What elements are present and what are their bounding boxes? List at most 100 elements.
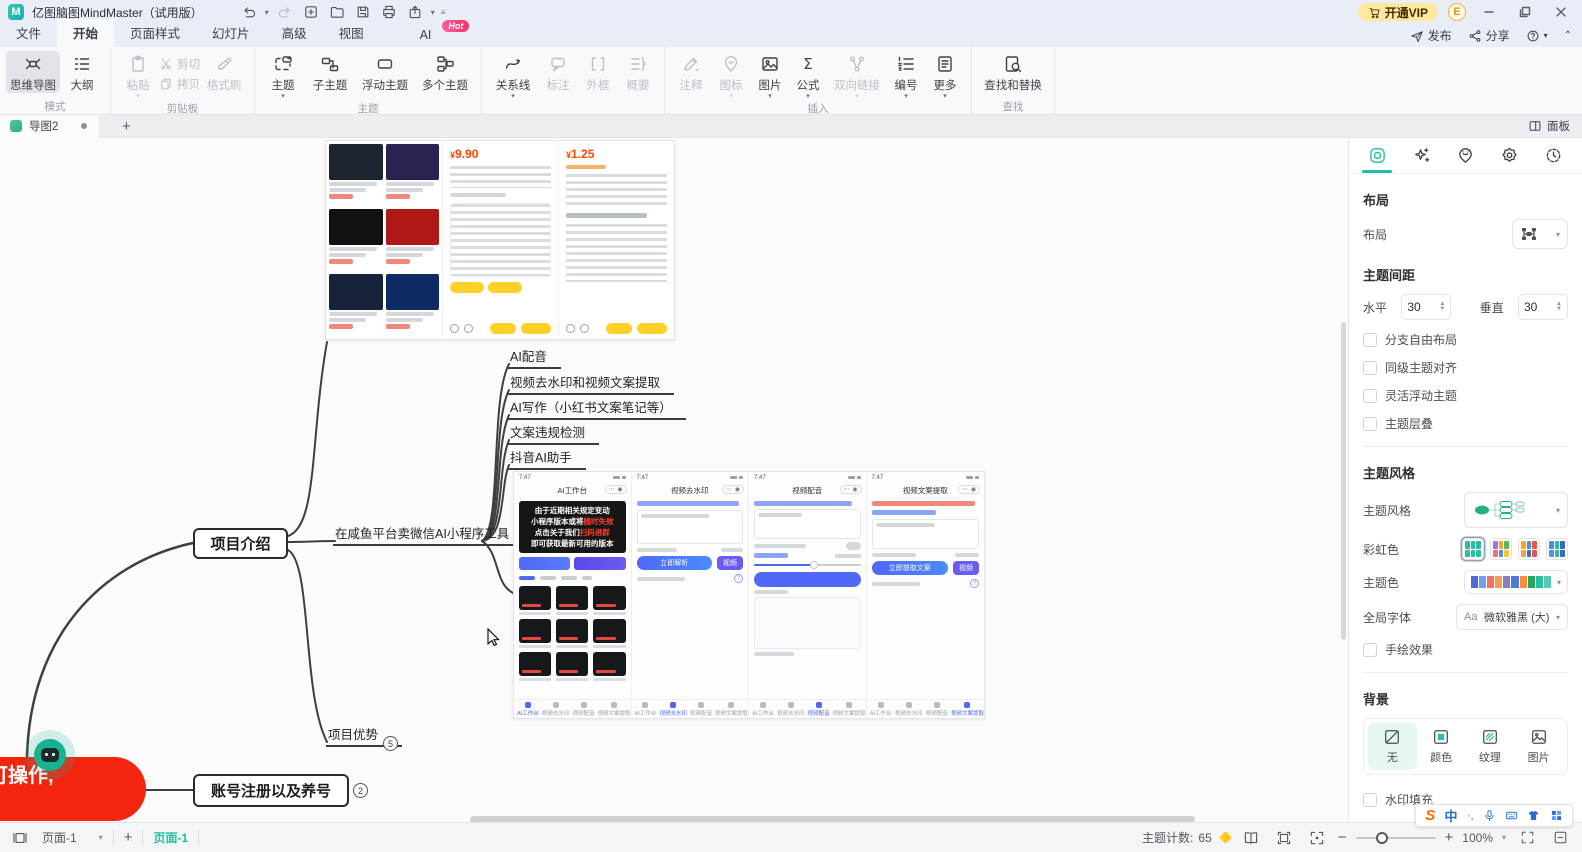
formula-button[interactable]: Σ 公式▾ [789, 51, 827, 100]
rainbow-swatch-2[interactable] [1490, 538, 1512, 560]
export-caret-icon[interactable]: ▾ [431, 8, 435, 17]
subtopic-button[interactable]: 子主题 [305, 51, 355, 93]
format-painter-button[interactable]: 格式刷 [200, 51, 248, 93]
share-button[interactable]: 分享 [1468, 27, 1510, 44]
add-page-button[interactable]: + [124, 829, 133, 846]
zoom-slider-knob[interactable] [1376, 832, 1388, 844]
outline-mode-button[interactable]: 大纲 [60, 51, 104, 93]
collapse-badge-2[interactable]: 2 [353, 783, 368, 798]
fit-frame-icon[interactable] [1272, 830, 1296, 846]
ime-logo-icon[interactable]: S [1425, 807, 1435, 824]
topic-button[interactable]: 主题▾ [261, 51, 305, 100]
more-insert-button[interactable]: 更多▾ [925, 51, 965, 100]
ime-skin-icon[interactable] [1527, 809, 1540, 822]
pages-overview-icon[interactable] [1239, 830, 1263, 846]
bg-option-color[interactable]: 颜色 [1417, 723, 1466, 770]
tab-layout[interactable] [1355, 138, 1399, 173]
checkbox[interactable] [1363, 793, 1377, 807]
checkbox[interactable] [1363, 361, 1377, 375]
mindmap-canvas[interactable]: ¥9.90 ¥1.25 项目介绍 在咸鱼平台卖微信AI小程序工具 AI配音 视频… [0, 138, 1348, 822]
numbering-button[interactable]: 编号▾ [887, 51, 925, 100]
bg-option-texture[interactable]: 纹理 [1466, 723, 1515, 770]
checkbox[interactable] [1363, 333, 1377, 347]
comment-button[interactable]: 注释 [671, 51, 711, 93]
node-account-register[interactable]: 账号注册以及养号 [193, 774, 349, 807]
summary-button[interactable]: 概要 [618, 51, 658, 93]
document-tab[interactable]: 导图2 [0, 115, 99, 138]
zoom-out-button[interactable]: − [1338, 829, 1347, 846]
help-button[interactable]: ▾ [1526, 29, 1548, 43]
collapse-ribbon-icon[interactable]: ⌃ [1564, 30, 1572, 41]
panel-toggle-button[interactable]: 面板 [1528, 118, 1570, 134]
collapse-panel-icon[interactable] [1548, 830, 1572, 845]
tab-view[interactable]: 视图 [323, 19, 380, 47]
tab-stickers[interactable] [1443, 138, 1487, 173]
multiple-topics-button[interactable]: 多个主题 [415, 51, 475, 93]
tab-ai[interactable]: AI Hot [404, 24, 448, 47]
vertical-spacing-stepper[interactable]: 30▲▼ [1518, 294, 1568, 320]
node-content-check[interactable]: 文案违规检测 [508, 422, 599, 445]
node-sell-tools[interactable]: 在咸鱼平台卖微信AI小程序工具 [333, 523, 523, 546]
tab-home[interactable]: 开始 [57, 19, 114, 47]
node-watermark-removal[interactable]: 视频去水印和视频文案提取 [508, 372, 674, 395]
page-selector-caret-icon[interactable]: ▾ [99, 833, 103, 842]
minimize-button[interactable] [1476, 1, 1502, 23]
node-project-intro[interactable]: 项目介绍 [193, 528, 288, 559]
publish-button[interactable]: 发布 [1410, 27, 1452, 44]
print-icon[interactable] [379, 3, 399, 21]
node-douyin-assistant[interactable]: 抖音AI助手 [508, 447, 586, 470]
undo-caret-icon[interactable]: ▾ [265, 8, 269, 17]
relationship-button[interactable]: 关系线▾ [488, 51, 538, 100]
ime-toolbox-icon[interactable] [1550, 809, 1563, 822]
ai-assistant-button[interactable] [34, 739, 66, 771]
boundary-button[interactable]: 外框 [578, 51, 618, 93]
zoom-in-button[interactable]: + [1445, 829, 1454, 846]
copy-button[interactable]: 拷贝 [159, 76, 200, 92]
checkbox[interactable] [1363, 643, 1377, 657]
checkbox-free-branch-layout[interactable]: 分支自由布局 [1363, 331, 1568, 348]
tab-file[interactable]: 文件 [0, 19, 57, 47]
rainbow-swatch-3[interactable] [1518, 538, 1540, 560]
checkbox[interactable] [1363, 417, 1377, 431]
floating-topic-button[interactable]: 浮动主题 [355, 51, 415, 93]
add-tab-button[interactable]: + [115, 118, 137, 135]
rainbow-swatch-4[interactable] [1546, 538, 1568, 560]
collapse-badge-5[interactable]: 5 [383, 736, 398, 751]
page-selector[interactable]: 页面-1 [42, 829, 77, 846]
user-avatar[interactable]: E [1448, 3, 1466, 21]
attached-image-miniprogram[interactable]: 7:47 AI工作台⋯◉ 由于近期相关规定变动 小程序版本或将随时失效 点击关于… [513, 471, 985, 719]
zoom-slider[interactable] [1356, 831, 1436, 845]
export-icon[interactable] [405, 3, 425, 21]
find-replace-button[interactable]: 查找和替换 [978, 51, 1048, 93]
tab-history[interactable] [1532, 138, 1576, 173]
bg-option-image[interactable]: 图片 [1514, 723, 1563, 770]
maximize-button[interactable] [1512, 1, 1538, 23]
ime-mic-icon[interactable] [1483, 809, 1496, 822]
ime-punctuation-icon[interactable]: ·, [1467, 810, 1474, 822]
rainbow-swatch-1[interactable] [1462, 538, 1484, 560]
tab-ai-beautify[interactable] [1399, 138, 1443, 173]
paste-button[interactable]: 粘贴▾ [117, 51, 159, 100]
mindmap-mode-button[interactable]: 思维导图 [6, 51, 60, 93]
checkbox-sibling-align[interactable]: 同级主题对齐 [1363, 359, 1568, 376]
marker-icon-button[interactable]: 图标▾ [711, 51, 751, 100]
theme-style-dropdown[interactable]: ▾ [1464, 492, 1568, 528]
fit-screen-icon[interactable] [1305, 830, 1329, 846]
bidirectional-link-button[interactable]: 双向链接▾ [827, 51, 887, 100]
vip-button[interactable]: 开通VIP [1358, 3, 1438, 21]
horizontal-spacing-stepper[interactable]: 30▲▼ [1401, 294, 1451, 320]
ime-mode-toggle[interactable]: 中 [1445, 806, 1458, 825]
checkbox[interactable] [1363, 389, 1377, 403]
attached-image-listings[interactable]: ¥9.90 ¥1.25 [325, 140, 675, 340]
customize-toolbar-icon[interactable]: ≡ [441, 8, 446, 17]
page-tab-active[interactable]: 页面-1 [153, 829, 188, 846]
callout-button[interactable]: 标注 [538, 51, 578, 93]
zoom-percent[interactable]: 100% [1462, 831, 1493, 845]
tab-advanced[interactable]: 高级 [266, 19, 323, 47]
node-ai-dubbing[interactable]: AI配音 [508, 346, 561, 369]
tab-theme-badge[interactable] [1488, 138, 1532, 173]
checkbox-topic-overlap[interactable]: 主题层叠 [1363, 415, 1568, 432]
layout-dropdown[interactable]: ▾ [1512, 219, 1568, 249]
cut-button[interactable]: 剪切 [159, 56, 200, 72]
node-root-topic[interactable]: 几即可操作, 手 [0, 757, 146, 821]
